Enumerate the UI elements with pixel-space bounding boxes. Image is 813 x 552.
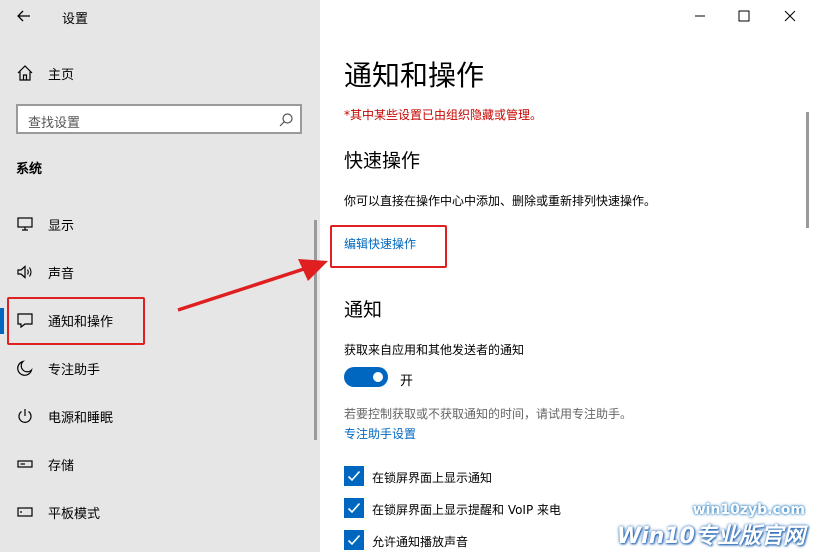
window-title: 设置: [62, 12, 89, 27]
sidebar-item-label: 主页: [48, 68, 75, 83]
home-icon: [16, 64, 34, 82]
notifications-toggle[interactable]: [344, 367, 388, 387]
sidebar-item-tablet[interactable]: 平板模式: [0, 490, 318, 534]
sidebar-item-label: 平板模式: [48, 507, 101, 522]
sidebar-item-label: 显示: [48, 219, 75, 234]
checkbox-label: 允许通知播放声音: [372, 535, 469, 549]
minimize-icon[interactable]: [688, 4, 712, 28]
back-arrow-icon[interactable]: [14, 6, 34, 26]
sidebar-item-focus-assist[interactable]: 专注助手: [0, 346, 318, 390]
search-input[interactable]: 查找设置: [16, 104, 302, 134]
power-icon: [16, 407, 34, 425]
sidebar-item-storage[interactable]: 存储: [0, 442, 318, 486]
tablet-icon: [16, 503, 34, 521]
managed-warning: *其中某些设置已由组织隐藏或管理。: [344, 108, 543, 122]
checkbox-label: 在锁屏界面上显示提醒和 VoIP 来电: [372, 503, 562, 517]
page-title: 通知和操作: [344, 59, 485, 92]
section-heading: 系统: [16, 162, 43, 177]
annotation-box-sidebar: [7, 297, 145, 345]
watermark-url: win10zyb.com: [692, 502, 805, 518]
checkbox-label: 在锁屏界面上显示通知: [372, 471, 493, 485]
annotation-box-link: [330, 225, 447, 268]
checkbox-lockscreen-reminders[interactable]: [344, 498, 364, 518]
checkbox-notification-sounds[interactable]: [344, 530, 364, 550]
annotation-arrow-icon: [177, 259, 328, 312]
toggle-state-label: 开: [400, 374, 414, 389]
storage-icon: [16, 455, 34, 473]
quick-actions-description: 你可以直接在操作中心中添加、删除或重新排列快速操作。: [344, 194, 657, 208]
maximize-icon[interactable]: [732, 4, 756, 28]
watermark: win10zyb.com Win10专业版官网: [617, 502, 805, 550]
checkmark-icon: [347, 534, 361, 546]
checkmark-icon: [347, 470, 361, 482]
main-scrollbar[interactable]: [806, 112, 809, 228]
toggle-knob: [373, 372, 383, 382]
watermark-brand: Win10专业版官网: [616, 524, 805, 549]
sidebar-scrollbar[interactable]: [314, 220, 317, 440]
sidebar-item-home[interactable]: 主页: [0, 51, 318, 95]
notifications-heading: 通知: [344, 299, 383, 321]
checkbox-lockscreen-notifications[interactable]: [344, 466, 364, 486]
checkmark-icon: [347, 502, 361, 514]
search-placeholder: 查找设置: [28, 116, 81, 131]
sidebar-item-label: 存储: [48, 459, 75, 474]
sidebar-item-display[interactable]: 显示: [0, 202, 318, 246]
sidebar-item-label: 专注助手: [48, 363, 101, 378]
focus-assist-settings-link[interactable]: 专注助手设置: [344, 425, 416, 442]
sidebar-item-power[interactable]: 电源和睡眠: [0, 394, 318, 438]
search-icon[interactable]: [278, 112, 294, 128]
monitor-icon: [16, 215, 34, 233]
sidebar-item-label: 声音: [48, 267, 75, 282]
focus-assist-note: 若要控制获取或不获取通知的时间，请试用专注助手。: [344, 407, 633, 421]
close-icon[interactable]: [778, 4, 802, 28]
moon-icon: [16, 359, 34, 377]
quick-actions-heading: 快速操作: [344, 150, 421, 172]
sidebar-item-label: 电源和睡眠: [48, 411, 114, 426]
speaker-icon: [16, 263, 34, 281]
get-notifications-label: 获取来自应用和其他发送者的通知: [344, 343, 525, 357]
